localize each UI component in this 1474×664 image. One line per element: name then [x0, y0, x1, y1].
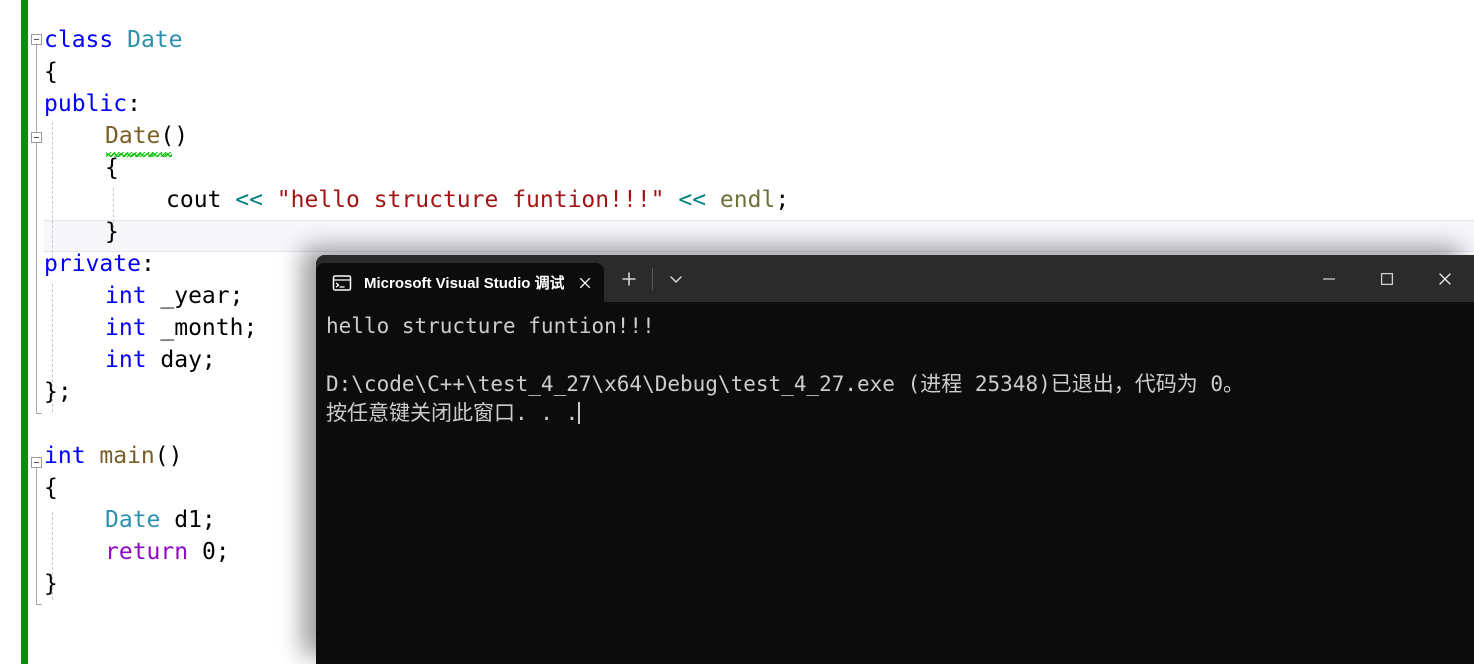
code-line[interactable]: class Date	[44, 24, 182, 56]
terminal-line: D:\code\C++\test_4_27\x64\Debug\test_4_2…	[326, 372, 1245, 396]
fold-line-date-ctor	[36, 143, 37, 251]
code-token: d1;	[160, 507, 216, 533]
code-line[interactable]: }	[44, 568, 58, 600]
terminal-lines-container: hello structure funtion!!! D:\code\C++\te…	[326, 312, 1474, 428]
code-token: <<	[664, 187, 720, 213]
code-token: :	[127, 91, 141, 117]
code-token: <<	[235, 187, 277, 213]
terminal-cursor	[578, 402, 581, 424]
code-token: int	[105, 347, 147, 373]
code-line[interactable]: public:	[44, 88, 141, 120]
fold-box-date-ctor[interactable]	[31, 132, 42, 143]
code-line[interactable]: cout << "hello structure funtion!!!" << …	[44, 184, 789, 216]
code-line[interactable]: Date()	[44, 120, 188, 152]
terminal-tab-title: Microsoft Visual Studio 调试控	[364, 275, 564, 292]
fold-box-class-date[interactable]	[31, 34, 42, 45]
code-token: ()	[160, 123, 189, 149]
code-token: "hello structure funtion!!!"	[276, 187, 665, 213]
code-token: {	[44, 59, 58, 85]
code-line[interactable]: {	[44, 56, 58, 88]
code-line[interactable]: int day;	[44, 344, 216, 376]
code-token: _year;	[146, 283, 244, 309]
code-line[interactable]: private:	[44, 248, 155, 280]
terminal-tab[interactable]: Microsoft Visual Studio 调试控	[316, 263, 604, 302]
code-line[interactable]: Date d1;	[44, 504, 216, 536]
code-token: :	[140, 251, 155, 277]
terminal-window[interactable]: Microsoft Visual Studio 调试控 hello struct…	[316, 255, 1474, 664]
terminal-line: hello structure funtion!!!	[326, 314, 655, 338]
window-controls[interactable]	[1300, 255, 1474, 302]
code-token: int	[105, 315, 147, 341]
minimize-button[interactable]	[1300, 255, 1358, 302]
code-line[interactable]: int main()	[44, 440, 182, 472]
new-tab-button[interactable]	[610, 255, 648, 302]
fold-line-end-class-date	[36, 413, 42, 414]
console-icon	[332, 273, 352, 293]
fold-box-main[interactable]	[31, 457, 42, 468]
editor-left-margin	[0, 0, 21, 664]
maximize-button[interactable]	[1358, 255, 1416, 302]
code-token: }	[44, 571, 58, 597]
code-token: class	[44, 27, 128, 53]
toolbar-divider	[652, 267, 653, 290]
terminal-tab-close-icon[interactable]	[570, 268, 600, 298]
fold-line-main	[36, 468, 37, 604]
code-line[interactable]: int _year;	[44, 280, 243, 312]
code-token: _month;	[146, 315, 258, 341]
terminal-titlebar[interactable]: Microsoft Visual Studio 调试控	[316, 255, 1474, 302]
code-token: Date	[105, 123, 161, 149]
code-token: int	[105, 283, 147, 309]
current-line-highlight	[44, 220, 1474, 252]
code-token: {	[105, 155, 119, 181]
code-token: private	[44, 251, 141, 277]
code-token: public	[44, 91, 128, 117]
terminal-tab-strip[interactable]: Microsoft Visual Studio 调试控	[316, 255, 604, 302]
code-line[interactable]: int _month;	[44, 312, 257, 344]
error-squiggle-icon	[106, 152, 172, 157]
close-button[interactable]	[1416, 255, 1474, 302]
code-token: Date	[105, 507, 161, 533]
code-token: endl	[719, 187, 776, 213]
code-line[interactable]: return 0;	[44, 536, 230, 568]
code-token: day;	[146, 347, 216, 373]
code-line[interactable]: {	[44, 472, 58, 504]
fold-line-end-main	[36, 604, 42, 605]
chevron-down-icon[interactable]	[657, 255, 695, 302]
code-line[interactable]: };	[44, 376, 72, 408]
code-token: Date	[127, 27, 183, 53]
code-token: };	[44, 379, 72, 405]
code-token: cout	[166, 187, 236, 213]
code-token: {	[44, 475, 58, 501]
terminal-tab-actions[interactable]	[604, 255, 695, 302]
code-token: main	[99, 443, 155, 469]
code-token: 0;	[188, 539, 230, 565]
code-token: }	[105, 219, 119, 245]
git-change-bar	[21, 0, 28, 664]
terminal-output[interactable]: hello structure funtion!!! D:\code\C++\te…	[316, 302, 1474, 664]
code-token: ;	[775, 187, 790, 213]
code-token: int	[44, 443, 100, 469]
terminal-line: 按任意键关闭此窗口. . .	[326, 401, 581, 425]
screen-root: class Date{public: Date(){cout << "hello …	[0, 0, 1474, 664]
code-token: ()	[154, 443, 183, 469]
code-line[interactable]: }	[44, 216, 119, 248]
code-token: return	[105, 539, 189, 565]
